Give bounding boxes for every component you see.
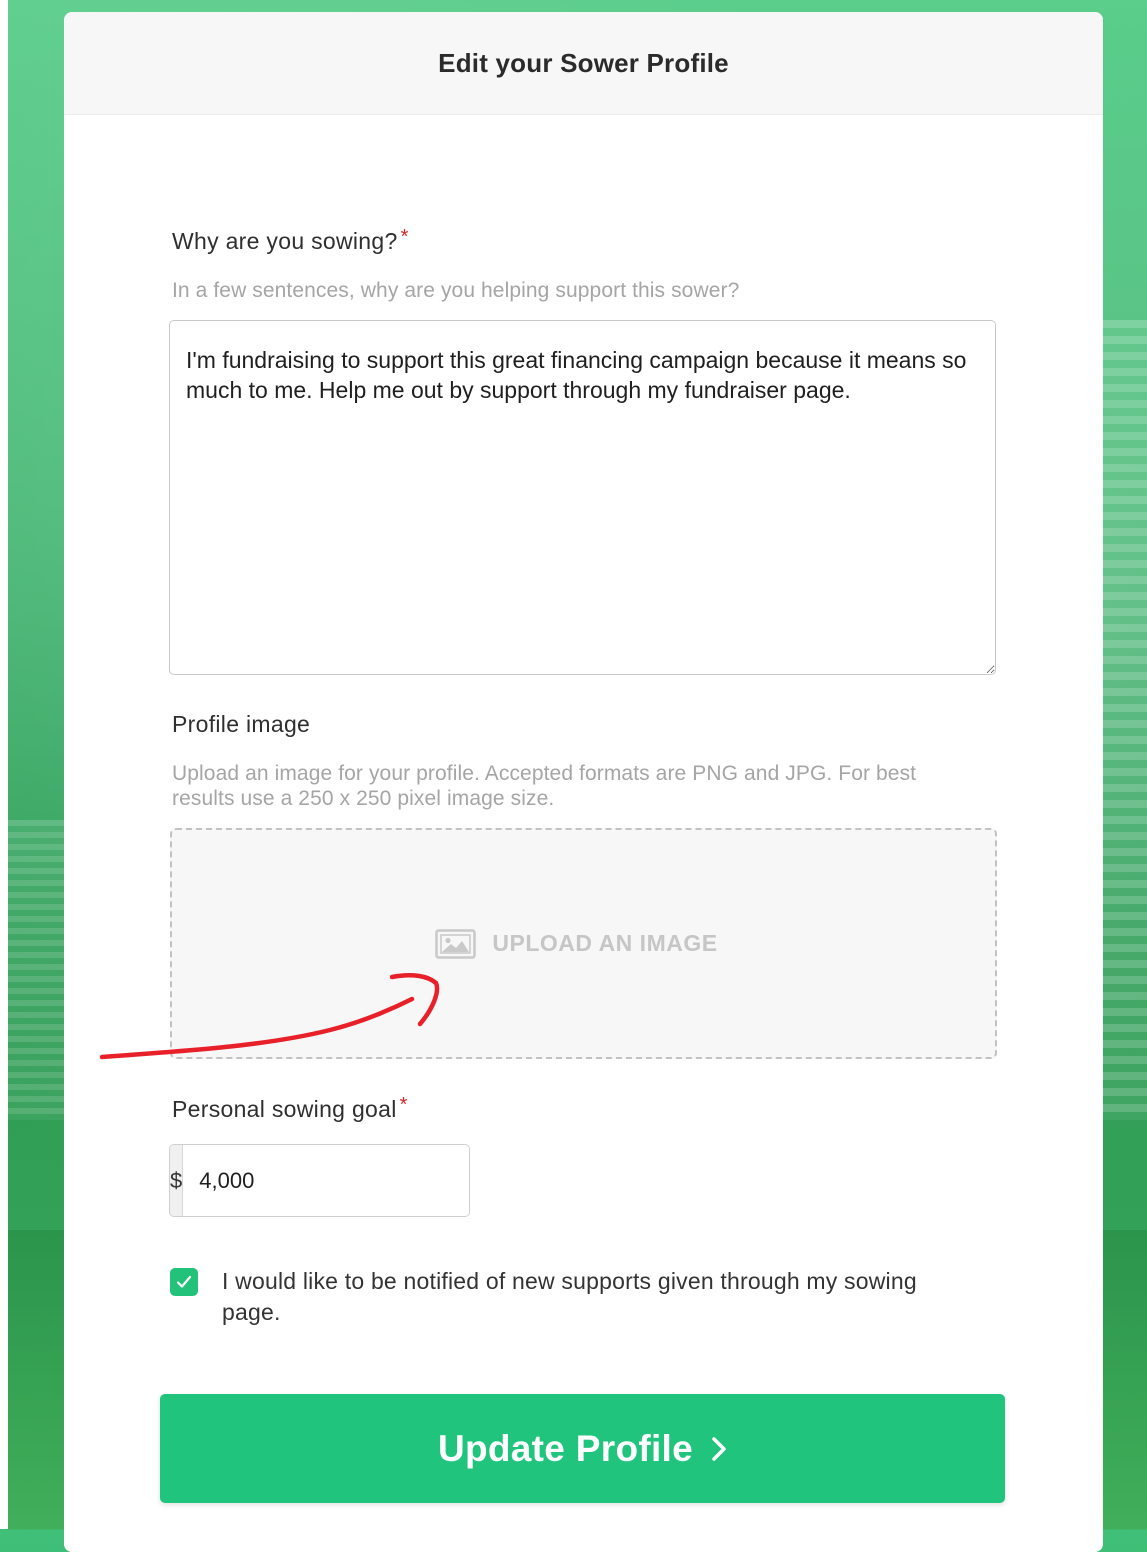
profile-image-help: Upload an image for your profile. Accept… xyxy=(172,762,917,810)
currency-prefix: $ xyxy=(170,1145,184,1216)
profile-image-label: Profile image xyxy=(172,711,311,737)
goal-input-group: $ xyxy=(169,1144,470,1217)
page-title: Edit your Sower Profile xyxy=(438,47,729,78)
notify-option[interactable]: I would like to be notified of new suppo… xyxy=(170,1266,970,1328)
required-mark: * xyxy=(399,1094,408,1116)
upload-label: UPLOAD AN IMAGE xyxy=(492,930,718,956)
reason-textarea[interactable]: I'm fundraising to support this great fi… xyxy=(169,320,996,675)
chevron-right-icon xyxy=(711,1436,727,1462)
upload-content: UPLOAD AN IMAGE xyxy=(435,928,718,959)
background-house-left xyxy=(8,820,64,1120)
background-house-right xyxy=(1103,320,1147,1120)
notify-label: I would like to be notified of new suppo… xyxy=(222,1268,917,1325)
goal-input[interactable] xyxy=(183,1145,469,1216)
goal-label: Personal sowing goal xyxy=(172,1096,397,1122)
notify-checkbox[interactable] xyxy=(170,1268,198,1296)
image-icon xyxy=(435,928,477,959)
update-profile-button[interactable]: Update Profile xyxy=(160,1394,1005,1503)
window-edge xyxy=(0,0,8,1529)
card-header: Edit your Sower Profile xyxy=(64,12,1103,115)
reason-label: Why are you sowing? xyxy=(172,228,398,254)
reason-label-group: Why are you sowing? * xyxy=(172,226,409,255)
goal-label-group: Personal sowing goal * xyxy=(172,1094,408,1123)
image-upload-dropzone[interactable]: UPLOAD AN IMAGE xyxy=(170,828,997,1059)
reason-help: In a few sentences, why are you helping … xyxy=(172,279,740,302)
update-profile-label: Update Profile xyxy=(437,1427,694,1469)
checkmark-icon xyxy=(176,1275,192,1288)
required-mark: * xyxy=(400,226,409,248)
profile-card: Edit your Sower Profile Why are you sowi… xyxy=(64,12,1103,1552)
